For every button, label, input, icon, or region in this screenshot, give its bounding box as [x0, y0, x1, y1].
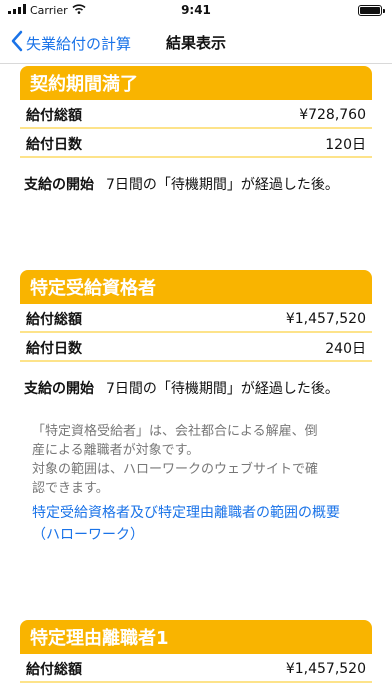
benefit-days-value: 240日: [325, 341, 366, 357]
benefit-days-label: 給付日数: [26, 137, 82, 153]
benefit-days-label: 給付日数: [26, 341, 82, 357]
section-contract-expiry: 契約期間満了 給付総額 ¥728,760 給付日数 120日 支給の開始 7日間…: [20, 66, 372, 194]
battery-icon: [358, 5, 385, 16]
results-scroll-view[interactable]: 契約期間満了 給付総額 ¥728,760 給付日数 120日 支給の開始 7日間…: [0, 64, 392, 696]
payment-start-row: 支給の開始 7日間の「待機期間」が経過した後。: [20, 174, 372, 194]
payment-start-label: 支給の開始: [24, 177, 94, 193]
section-header: 特定理由離職者1: [20, 620, 372, 654]
total-amount-label: 給付総額: [26, 108, 82, 124]
section-specific-eligible: 特定受給資格者 給付総額 ¥1,457,520 給付日数 240日 支給の開始 …: [20, 270, 372, 546]
total-amount-row: 給付総額 ¥728,760: [20, 103, 372, 129]
note-line: 対象の範囲は、ハローワークのウェブサイトで確: [32, 462, 319, 477]
payment-start-row: 支給の開始 7日間の「待機期間」が経過した後。: [20, 378, 372, 398]
section-specific-reason-1: 特定理由離職者1 給付総額 ¥1,457,520: [20, 620, 372, 683]
status-bar: Carrier 9:41: [0, 0, 392, 22]
battery-fill: [360, 7, 380, 14]
note-line: 認できます。: [32, 481, 109, 496]
navigation-bar: 失業給付の計算 結果表示: [0, 22, 392, 64]
note-line: 「特定資格受給者」は、会社都合による解雇、倒: [32, 424, 318, 439]
benefit-days-row: 給付日数 240日: [20, 336, 372, 362]
total-amount-label: 給付総額: [26, 312, 82, 328]
link-line: （ハローワーク）: [32, 527, 144, 543]
benefit-days-row: 給付日数 120日: [20, 132, 372, 158]
status-time: 9:41: [181, 3, 211, 17]
note-line: 産による離職者が対象です。: [32, 443, 200, 458]
payment-start-value: 7日間の「待機期間」が経過した後。: [106, 177, 339, 193]
total-amount-row: 給付総額 ¥1,457,520: [20, 657, 372, 683]
eligibility-note: 「特定資格受給者」は、会社都合による解雇、倒 産による離職者が対象です。 対象の…: [20, 422, 372, 498]
benefit-days-value: 120日: [325, 137, 366, 153]
page-title: 結果表示: [165, 34, 226, 52]
hellowork-link[interactable]: 特定受給資格者及び特定理由離職者の範囲の概要 （ハローワーク）: [20, 502, 372, 546]
payment-start-value: 7日間の「待機期間」が経過した後。: [106, 381, 339, 397]
section-header: 契約期間満了: [20, 66, 372, 100]
total-amount-value: ¥728,760: [299, 107, 366, 123]
section-header: 特定受給資格者: [20, 270, 372, 304]
total-amount-value: ¥1,457,520: [285, 661, 366, 677]
link-line: 特定受給資格者及び特定理由離職者の範囲の概要: [32, 505, 340, 521]
total-amount-value: ¥1,457,520: [285, 311, 366, 327]
payment-start-label: 支給の開始: [24, 381, 94, 397]
total-amount-label: 給付総額: [26, 662, 82, 678]
total-amount-row: 給付総額 ¥1,457,520: [20, 307, 372, 333]
